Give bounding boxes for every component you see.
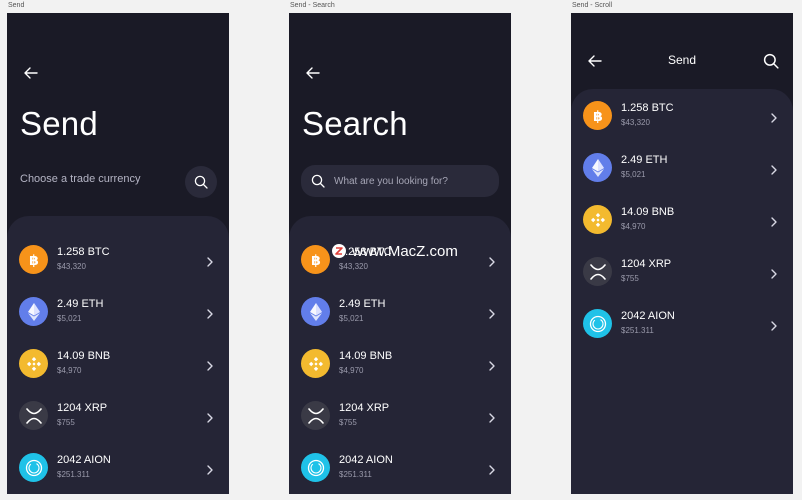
chevron-right-icon [770, 110, 778, 123]
coin-amount: 1.258 BTC [57, 246, 110, 258]
chevron-right-icon [770, 318, 778, 331]
coin-usd-value: $755 [57, 418, 75, 427]
chevron-right-icon [206, 462, 214, 475]
chevron-right-icon [488, 254, 496, 267]
coin-row[interactable]: ฿ 1.258 BTC $43,320 [571, 95, 793, 141]
search-placeholder: What are you looking for? [334, 175, 448, 187]
coin-row[interactable]: ฿ 1.258 BTC $43,320 [7, 239, 229, 285]
coin-usd-value: $4,970 [339, 366, 364, 375]
chevron-right-icon [488, 462, 496, 475]
coin-amount: 2.49 ETH [57, 298, 104, 310]
coin-usd-value: $5,021 [621, 170, 646, 179]
search-icon [311, 174, 325, 188]
coin-usd-value: $755 [339, 418, 357, 427]
ripple-icon [583, 257, 612, 286]
coin-row[interactable]: 2042 AION $251.311 [571, 303, 793, 349]
coin-row[interactable]: 14.09 BNB $4,970 [7, 343, 229, 389]
chevron-right-icon [206, 410, 214, 423]
back-arrow-icon[interactable] [23, 65, 39, 81]
watermark-text: www.MacZ.com [352, 242, 458, 260]
chevron-right-icon [770, 266, 778, 279]
aion-icon [19, 453, 48, 482]
chevron-right-icon [770, 214, 778, 227]
aion-icon [301, 453, 330, 482]
coin-row[interactable]: 1204 XRP $755 [289, 395, 511, 441]
coin-amount: 1204 XRP [621, 258, 672, 270]
frame-label-send: Send [8, 2, 25, 9]
coin-amount: 1204 XRP [339, 402, 390, 414]
coin-list: ฿ 1.258 BTC $43,320 2.49 ETH $5,021 14.09 BNB… [571, 89, 793, 494]
svg-text:฿: ฿ [29, 253, 39, 268]
coin-row[interactable]: 2042 AION $251.311 [289, 447, 511, 493]
chevron-right-icon [488, 306, 496, 319]
coin-amount: 2042 AION [339, 454, 393, 466]
coin-row[interactable]: 2.49 ETH $5,021 [289, 291, 511, 337]
ethereum-icon [301, 297, 330, 326]
coin-usd-value: $43,320 [339, 262, 368, 271]
search-icon [194, 175, 208, 189]
binance-icon [583, 205, 612, 234]
ethereum-icon [583, 153, 612, 182]
svg-text:฿: ฿ [593, 109, 603, 124]
coin-amount: 2.49 ETH [339, 298, 386, 310]
binance-icon [301, 349, 330, 378]
page-subtitle: Choose a trade currency [20, 173, 141, 185]
back-arrow-icon[interactable] [305, 65, 321, 81]
scroll-screen: Send ฿ 1.258 BTC $43,320 2.49 ETH $5,021 14.0… [571, 13, 793, 494]
coin-amount: 2042 AION [57, 454, 111, 466]
chevron-right-icon [206, 306, 214, 319]
chevron-right-icon [488, 358, 496, 371]
chevron-right-icon [488, 410, 496, 423]
coin-usd-value: $5,021 [57, 314, 82, 323]
coin-row[interactable]: 1204 XRP $755 [571, 251, 793, 297]
coin-row[interactable]: 14.09 BNB $4,970 [289, 343, 511, 389]
ripple-icon [301, 401, 330, 430]
send-screen: Send Choose a trade currency ฿ 1.258 BTC $… [7, 13, 229, 494]
watermark: www.MacZ.com [332, 241, 458, 261]
coin-amount: 2.49 ETH [621, 154, 668, 166]
bitcoin-icon: ฿ [301, 245, 330, 274]
search-icon[interactable] [763, 53, 779, 69]
search-button[interactable] [185, 166, 217, 198]
coin-row[interactable]: 2.49 ETH $5,021 [7, 291, 229, 337]
binance-icon [19, 349, 48, 378]
coin-usd-value: $43,320 [621, 118, 650, 127]
coin-row[interactable]: 2042 AION $251.311 [7, 447, 229, 493]
coin-usd-value: $43,320 [57, 262, 86, 271]
watermark-logo-icon [332, 244, 346, 258]
coin-usd-value: $4,970 [621, 222, 646, 231]
coin-amount: 1.258 BTC [621, 102, 674, 114]
page-title: Search [302, 105, 408, 142]
coin-row[interactable]: 14.09 BNB $4,970 [571, 199, 793, 245]
coin-list: ฿ 1.258 BTC $43,320 2.49 ETH $5,021 14.09 BNB… [7, 216, 229, 494]
coin-row[interactable]: 1204 XRP $755 [7, 395, 229, 441]
coin-amount: 14.09 BNB [57, 350, 111, 362]
aion-icon [583, 309, 612, 338]
chevron-right-icon [770, 162, 778, 175]
bitcoin-icon: ฿ [583, 101, 612, 130]
coin-usd-value: $251.311 [57, 470, 90, 479]
coin-usd-value: $5,021 [339, 314, 364, 323]
chevron-right-icon [206, 254, 214, 267]
coin-usd-value: $251.311 [621, 326, 654, 335]
coin-amount: 14.09 BNB [621, 206, 675, 218]
coin-amount: 2042 AION [621, 310, 675, 322]
frame-label-send-search: Send - Search [290, 2, 335, 9]
coin-usd-value: $755 [621, 274, 639, 283]
bitcoin-icon: ฿ [19, 245, 48, 274]
coin-usd-value: $4,970 [57, 366, 82, 375]
coin-amount: 14.09 BNB [339, 350, 393, 362]
coin-usd-value: $251.311 [339, 470, 372, 479]
search-input[interactable]: What are you looking for? [301, 165, 499, 197]
chevron-right-icon [206, 358, 214, 371]
svg-text:฿: ฿ [311, 253, 321, 268]
ethereum-icon [19, 297, 48, 326]
ripple-icon [19, 401, 48, 430]
header-title: Send [667, 53, 697, 67]
coin-row[interactable]: 2.49 ETH $5,021 [571, 147, 793, 193]
frame-label-send-scroll: Send - Scroll [572, 2, 613, 9]
coin-amount: 1204 XRP [57, 402, 108, 414]
page-title: Send [20, 105, 98, 142]
